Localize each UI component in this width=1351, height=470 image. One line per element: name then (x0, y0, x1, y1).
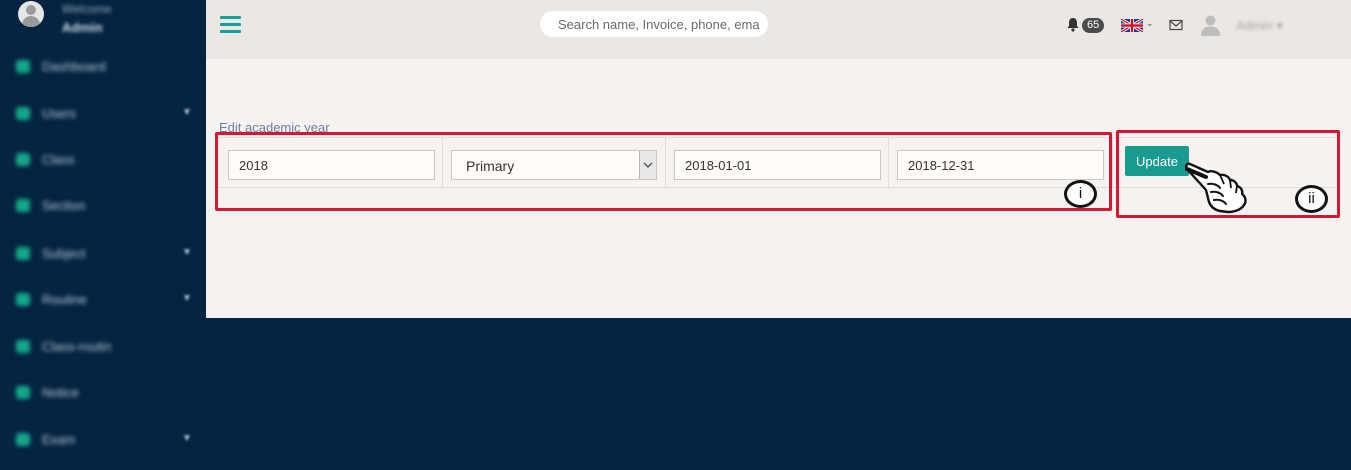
bell-icon[interactable] (1066, 17, 1080, 32)
mail-icon[interactable] (1169, 19, 1183, 31)
notice-icon (16, 386, 30, 399)
exam-icon (16, 433, 30, 446)
caret-down-icon: ▼ (182, 107, 192, 118)
users-icon (16, 107, 30, 120)
admin-menu[interactable]: Admin ▾ (1236, 18, 1283, 34)
sidebar-user-panel: Welcome Admin (0, 0, 206, 40)
hamburger-menu-icon[interactable] (220, 16, 241, 34)
caret-down-icon: ▼ (182, 247, 192, 258)
subject-icon (16, 247, 30, 260)
user-avatar-icon (18, 1, 44, 27)
sidebar-item-section[interactable]: Section (0, 191, 206, 221)
sidebar-item-class[interactable]: Class (0, 145, 206, 175)
annotation-box-fields (215, 132, 1112, 211)
welcome-text: Welcome (62, 2, 112, 16)
top-navbar: 65 ⌄ Admin ▾ (206, 0, 1351, 59)
sidebar-item-label: Routine (42, 292, 87, 307)
sidebar-item-users[interactable]: Users ▼ (0, 99, 206, 129)
sidebar-user-name: Admin (62, 20, 103, 35)
uk-flag-icon[interactable] (1121, 19, 1143, 32)
routine-icon (16, 293, 30, 306)
sidebar-item-label: Users (42, 106, 76, 121)
class-routine-icon (16, 340, 30, 353)
sidebar-item-label: Class (42, 152, 75, 167)
annotation-label-ii: ii (1295, 185, 1328, 213)
sidebar-item-label: Subject (42, 246, 86, 261)
class-icon (16, 153, 30, 166)
sidebar-item-label: Notice (42, 385, 79, 400)
caret-down-icon: ▼ (182, 293, 192, 304)
annotation-label-i: i (1064, 180, 1097, 208)
sidebar-item-notice[interactable]: Notice (0, 378, 206, 408)
caret-down-icon: ▼ (182, 433, 192, 444)
section-icon (16, 199, 30, 212)
sidebar-item-label: Section (42, 198, 86, 213)
dashboard-icon (16, 60, 30, 73)
user-profile-icon[interactable] (1200, 14, 1221, 36)
sidebar-item-label: Exam (42, 432, 76, 447)
notification-badge: 65 (1082, 18, 1105, 33)
sidebar-item-exam[interactable]: Exam ▼ (0, 425, 206, 455)
sidebar-item-routine[interactable]: Routine ▼ (0, 285, 206, 315)
sidebar-item-class-routine[interactable]: Class-routin (0, 332, 206, 362)
search-input[interactable] (540, 11, 768, 37)
sidebar-item-subject[interactable]: Subject ▼ (0, 239, 206, 269)
sidebar-item-dashboard[interactable]: Dashboard (0, 52, 206, 82)
sidebar-item-label: Dashboard (42, 59, 106, 74)
sidebar-item-label: Class-routin (42, 339, 112, 354)
pointing-hand-icon (1185, 162, 1247, 214)
sidebar: Welcome Admin Dashboard Users ▼ Class Se… (0, 0, 206, 470)
chevron-down-icon[interactable]: ⌄ (1146, 18, 1154, 29)
